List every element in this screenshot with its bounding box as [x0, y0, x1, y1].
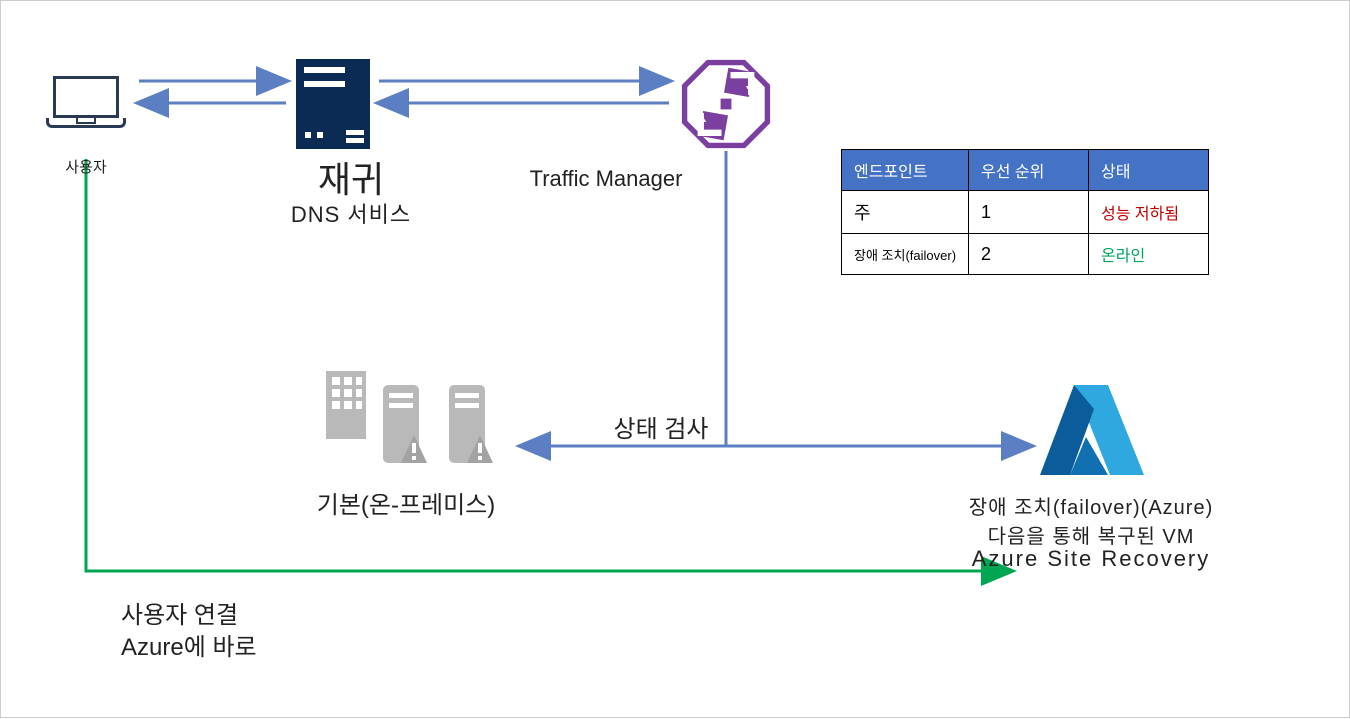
onprem-label: 기본(온-프레미스)	[276, 485, 536, 520]
azure-site-recovery-label: Azure Site Recovery	[951, 546, 1231, 572]
table-row: 주 1 성능 저하됨	[842, 191, 1209, 234]
user-connection-label-2: Azure에 바로	[121, 627, 321, 662]
onprem-site-icon	[311, 363, 521, 475]
azure-recovered-vm-label: 다음을 통해 복구된 VM	[951, 520, 1231, 549]
user-connection-label-1: 사용자 연결	[121, 595, 321, 630]
traffic-manager-icon	[681, 59, 771, 149]
azure-icon	[1036, 379, 1146, 479]
th-endpoint: 엔드포인트	[842, 150, 969, 191]
row1-status: 성능 저하됨	[1089, 191, 1209, 234]
endpoint-priority-table: 엔드포인트 우선 순위 상태 주 1 성능 저하됨 장애 조치(failover…	[841, 149, 1209, 275]
row1-endpoint: 주	[842, 191, 969, 234]
architecture-diagram: 사용자 재귀 DNS 서비스 Traffic Manager	[1, 1, 1349, 717]
user-icon	[46, 76, 126, 136]
dns-server-icon	[296, 59, 370, 149]
table-row: 장애 조치(failover) 2 온라인	[842, 234, 1209, 275]
health-check-label: 상태 검사	[571, 409, 751, 444]
dns-title-label: 재귀	[251, 151, 451, 203]
row2-status: 온라인	[1089, 234, 1209, 275]
dns-subtitle-label: DNS 서비스	[271, 197, 431, 229]
user-label: 사용자	[51, 156, 121, 177]
row2-endpoint: 장애 조치(failover)	[842, 234, 969, 275]
row2-priority: 2	[969, 234, 1089, 275]
row1-priority: 1	[969, 191, 1089, 234]
th-priority: 우선 순위	[969, 150, 1089, 191]
th-status: 상태	[1089, 150, 1209, 191]
traffic-manager-label: Traffic Manager	[506, 166, 706, 192]
azure-failover-label: 장애 조치(failover)(Azure)	[951, 491, 1231, 520]
